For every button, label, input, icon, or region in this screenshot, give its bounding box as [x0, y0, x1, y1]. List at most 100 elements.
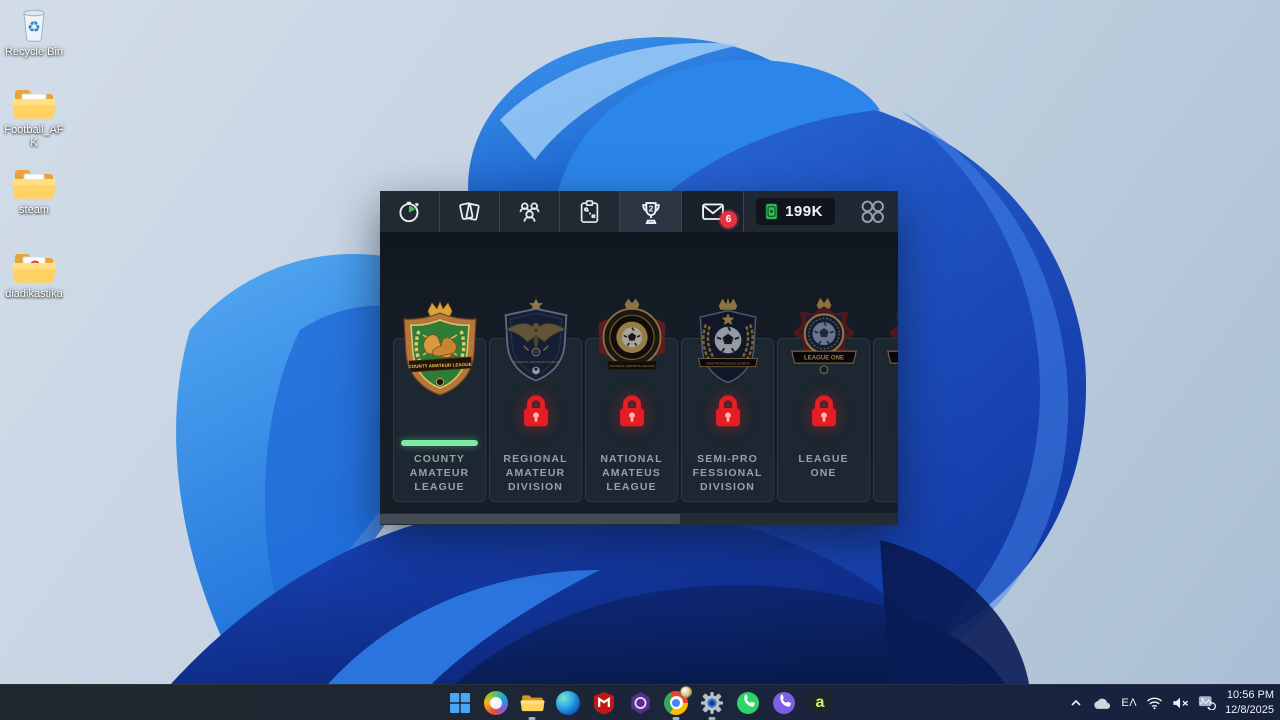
- svg-text:NATIONAL AMATEUS LEAGUE: NATIONAL AMATEUS LEAGUE: [609, 364, 653, 368]
- chrome-button[interactable]: [664, 690, 689, 715]
- regional-league-badge-icon: REGIONAL AMATEUR DIVISION: [490, 295, 582, 387]
- horizontal-scrollbar[interactable]: [380, 513, 898, 525]
- desktop-icon-football-afk[interactable]: Football_AFK: [1, 84, 67, 149]
- league-card-label: REGIONAL AMATEUR DIVISION: [492, 453, 579, 495]
- file-explorer-icon: [520, 692, 545, 713]
- folder-icon: [11, 84, 57, 122]
- whatsapp-icon: [736, 691, 760, 715]
- svg-text:LEAGUE ONE: LEAGUE ONE: [803, 355, 843, 361]
- mail-badge: 6: [720, 211, 737, 228]
- taskbar-app-icons: a: [442, 685, 838, 720]
- trophy-icon: 2: [637, 198, 665, 226]
- leagues-panel: COUNTY AMATEUR LEAGUE COUNTY AMATEUR LEA…: [380, 232, 898, 513]
- tab-cards[interactable]: [440, 191, 500, 232]
- desktop-icon-label: Recycle Bin: [5, 46, 63, 59]
- lock-icon: [709, 391, 747, 436]
- file-explorer-button[interactable]: [520, 690, 545, 715]
- volume-muted-button[interactable]: [1172, 696, 1189, 710]
- desktop-icon-label: diadikastika: [5, 288, 62, 301]
- league-card-semi-professional[interactable]: SEMI-PROFESSIONAL DIVISION SEMI-PRO FESS…: [681, 338, 774, 502]
- league-progress-bar: [401, 440, 478, 446]
- edge-button[interactable]: [556, 690, 581, 715]
- money-button[interactable]: 199K: [756, 198, 835, 225]
- svg-text:SEMI-PROFESSIONAL DIVISION: SEMI-PROFESSIONAL DIVISION: [706, 361, 749, 365]
- lock-icon: [613, 391, 651, 436]
- onedrive-cloud-icon: [1092, 696, 1112, 710]
- system-tray: ΕΛ 10:56 PM 12/8/2025: [1069, 685, 1274, 720]
- league-card-league-one[interactable]: LEAGUE ONE LEAGUE ONE: [777, 338, 870, 502]
- lock-icon: [805, 391, 843, 436]
- copilot-icon: [484, 691, 508, 715]
- league-card-label: COUNTY AMATEUR LEAGUE: [396, 453, 483, 495]
- cash-icon: [764, 202, 779, 221]
- league-card-regional-amateur[interactable]: REGIONAL AMATEUR DIVISION REGIONAL AMATE…: [489, 338, 582, 502]
- clock[interactable]: 10:56 PM 12/8/2025: [1225, 688, 1274, 718]
- grid-menu-button[interactable]: [847, 191, 898, 232]
- trophy-badge-number: 2: [648, 203, 653, 213]
- game-window: 2 6 199K: [380, 191, 898, 525]
- league-one-badge-icon: LEAGUE ONE: [778, 295, 870, 387]
- tray-date: 12/8/2025: [1225, 703, 1274, 718]
- tray-chevron-button[interactable]: [1069, 696, 1083, 710]
- svg-text:♻: ♻: [27, 19, 40, 36]
- semi-pro-league-badge-icon: SEMI-PROFESSIONAL DIVISION: [682, 295, 774, 387]
- county-league-badge-icon: COUNTY AMATEUR LEAGUE: [390, 299, 490, 399]
- league-card-county-amateur[interactable]: COUNTY AMATEUR LEAGUE COUNTY AMATEUR LEA…: [393, 338, 486, 502]
- whatsapp-button[interactable]: [736, 690, 761, 715]
- language-indicator[interactable]: ΕΛ: [1121, 697, 1137, 709]
- tab-stopwatch[interactable]: [380, 191, 440, 232]
- wifi-button[interactable]: [1146, 696, 1163, 710]
- tray-time: 10:56 PM: [1225, 688, 1274, 703]
- desktop-icon-recycle-bin[interactable]: ♻ Recycle Bin: [1, 4, 67, 59]
- desktop-icon-label: steam: [19, 204, 49, 217]
- chrome-overlay-badge: [680, 686, 692, 698]
- viber-icon: [772, 691, 796, 715]
- purple-hexagon-app-button[interactable]: [628, 690, 653, 715]
- gallery-sync-button[interactable]: [1198, 695, 1216, 710]
- edge-icon: [556, 691, 580, 715]
- league-card-label: NATIONAL AMATEUS LEAGUE: [588, 453, 675, 495]
- letter-a-app-button[interactable]: a: [808, 690, 833, 715]
- lock-icon: [517, 391, 555, 436]
- tab-squad[interactable]: [500, 191, 560, 232]
- league-card-partial[interactable]: LE: [873, 338, 898, 502]
- stopwatch-icon: [396, 198, 423, 225]
- squad-icon: [516, 198, 543, 225]
- league-card-row: COUNTY AMATEUR LEAGUE COUNTY AMATEUR LEA…: [393, 338, 898, 502]
- tactics-clipboard-icon: [576, 198, 603, 225]
- tab-mail[interactable]: 6: [682, 191, 744, 232]
- national-league-badge-icon: NATIONAL AMATEUS LEAGUE: [586, 295, 678, 387]
- money-amount: 199K: [785, 203, 823, 220]
- tab-tactics[interactable]: [560, 191, 620, 232]
- svg-text:REGIONAL AMATEUR DIVISION: REGIONAL AMATEUR DIVISION: [512, 360, 558, 364]
- league-card-label: LEAGUE ONE: [780, 453, 867, 481]
- scrollbar-thumb[interactable]: [380, 514, 680, 524]
- purple-hexagon-icon: [629, 691, 652, 715]
- cards-icon: [456, 198, 483, 225]
- taskbar: a ΕΛ: [0, 684, 1280, 720]
- desktop-icon-steam[interactable]: steam: [1, 164, 67, 217]
- partial-league-badge-icon: [874, 295, 899, 387]
- settings-button[interactable]: [700, 690, 725, 715]
- viber-button[interactable]: [772, 690, 797, 715]
- mcafee-shield-icon: [593, 691, 615, 715]
- settings-gear-icon: [700, 691, 724, 715]
- copilot-button[interactable]: [484, 690, 509, 715]
- desktop-icon-diadikastika[interactable]: diadikastika: [1, 248, 67, 301]
- mcafee-button[interactable]: [592, 690, 617, 715]
- league-card-label: SEMI-PRO FESSIONAL DIVISION: [684, 453, 771, 495]
- tab-trophy[interactable]: 2: [620, 191, 682, 232]
- folder-icon: [11, 164, 57, 202]
- windows-start-icon: [449, 692, 471, 714]
- league-card-national-amateus[interactable]: NATIONAL AMATEUS LEAGUE NATIONAL AMATEUS…: [585, 338, 678, 502]
- letter-a-icon: a: [808, 691, 832, 715]
- desktop-icon-label: Football_AFK: [1, 124, 67, 149]
- chevron-up-icon: [1069, 696, 1083, 710]
- start-button[interactable]: [448, 690, 473, 715]
- game-toolbar: 2 6 199K: [380, 191, 898, 232]
- grid-circles-icon: [859, 198, 886, 225]
- wifi-icon: [1146, 696, 1163, 710]
- league-card-label: LE: [876, 453, 898, 467]
- onedrive-button[interactable]: [1092, 696, 1112, 710]
- gallery-sync-icon: [1198, 695, 1216, 710]
